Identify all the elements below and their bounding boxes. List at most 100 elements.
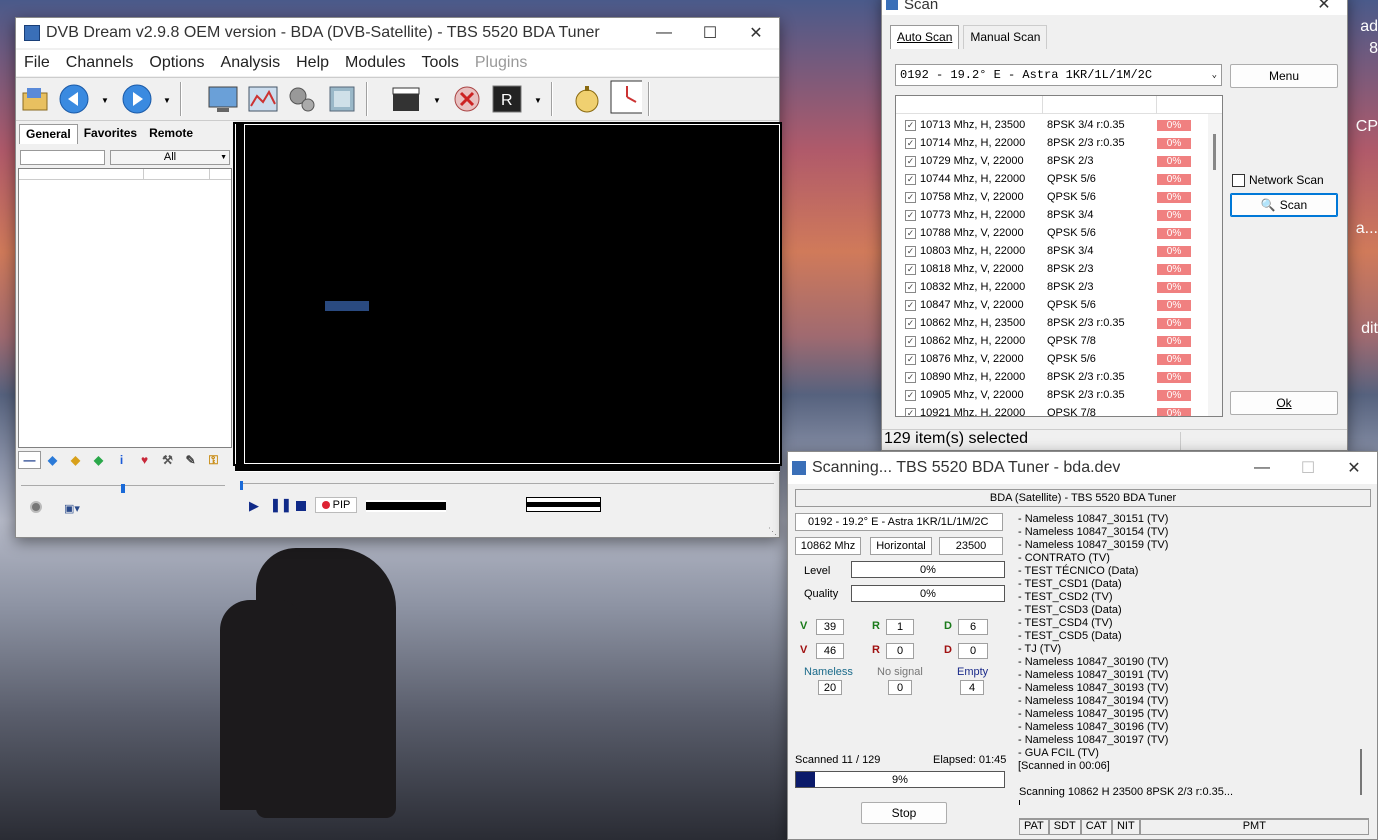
row-checkbox[interactable]: ✓ (905, 119, 916, 131)
scan-log[interactable]: - Nameless 10847_30151 (TV) - Nameless 10… (1016, 511, 1368, 805)
transponder-row[interactable]: ✓ 10818 Mhz, V, 22000 8PSK 2/3 0% (896, 260, 1208, 278)
transponder-row[interactable]: ✓ 10788 Mhz, V, 22000 QPSK 5/6 0% (896, 224, 1208, 242)
seek-bar[interactable] (240, 481, 774, 490)
log-scrollbar[interactable] (1354, 511, 1368, 805)
log-scrollbar-thumb[interactable] (1360, 749, 1362, 795)
record-dropdown-icon[interactable]: ▼ (533, 95, 543, 105)
menu-channels[interactable]: Channels (58, 54, 142, 72)
transponder-row[interactable]: ✓ 10890 Mhz, H, 22000 8PSK 2/3 r:0.35 0% (896, 368, 1208, 386)
forward-dropdown-icon[interactable]: ▼ (162, 95, 172, 105)
menu-help[interactable]: Help (288, 54, 337, 72)
close-button[interactable]: ✕ (733, 18, 779, 48)
row-checkbox[interactable]: ✓ (905, 191, 916, 203)
resize-grip-icon[interactable]: ⋱ (768, 526, 777, 537)
stopwatch-icon[interactable] (571, 83, 603, 115)
row-checkbox[interactable]: ✓ (905, 155, 916, 167)
tab-favorites[interactable]: Favorites (78, 124, 143, 144)
record-icon[interactable]: R (491, 83, 523, 115)
row-checkbox[interactable]: ✓ (905, 281, 916, 293)
row-checkbox[interactable]: ✓ (905, 227, 916, 239)
menu-tools[interactable]: Tools (414, 54, 467, 72)
transponder-list[interactable]: ✓ 10713 Mhz, H, 23500 8PSK 3/4 r:0.35 0% ✓ 10… (895, 95, 1223, 417)
network-scan-checkbox[interactable]: Network Scan (1232, 173, 1324, 187)
pause-icon[interactable]: ❚❚ (270, 497, 292, 513)
row-checkbox[interactable]: ✓ (905, 299, 916, 311)
spectrum-icon[interactable] (247, 83, 279, 115)
edit-icon[interactable]: ✎ (179, 451, 202, 469)
info-icon[interactable]: i (110, 451, 133, 469)
menu-modules[interactable]: Modules (337, 54, 413, 72)
chevron-down-icon[interactable]: ▼ (220, 151, 227, 164)
open-folder-icon[interactable] (20, 83, 52, 115)
eject-icon[interactable] (451, 83, 483, 115)
menu-file[interactable]: File (16, 54, 58, 72)
key-icon[interactable]: ⚿ (202, 451, 225, 469)
scanning-minimize-button[interactable]: — (1239, 452, 1285, 484)
epg-clock-icon[interactable] (610, 80, 642, 114)
row-checkbox[interactable]: ✓ (905, 353, 916, 365)
menu-button[interactable]: Menu (1230, 64, 1338, 88)
ok-button[interactable]: Ok (1230, 391, 1338, 415)
maximize-button[interactable]: ☐ (687, 18, 733, 48)
display-mode-icon[interactable]: ▣▾ (64, 502, 80, 515)
volume-slider-thumb[interactable] (121, 484, 125, 493)
screenshot-icon[interactable] (326, 83, 358, 115)
back-icon[interactable] (58, 83, 90, 115)
transponder-row[interactable]: ✓ 10803 Mhz, H, 22000 8PSK 3/4 0% (896, 242, 1208, 260)
chevron-down-icon[interactable]: ⌄ (1212, 70, 1217, 80)
transponder-row[interactable]: ✓ 10729 Mhz, V, 22000 8PSK 2/3 0% (896, 152, 1208, 170)
row-checkbox[interactable]: ✓ (905, 371, 916, 383)
transponder-row[interactable]: ✓ 10862 Mhz, H, 22000 QPSK 7/8 0% (896, 332, 1208, 350)
minimize-button[interactable]: — (641, 18, 687, 48)
row-checkbox[interactable]: ✓ (905, 137, 916, 149)
transponder-row[interactable]: ✓ 10921 Mhz, H, 22000 QPSK 7/8 0% (896, 404, 1208, 416)
tab-remote[interactable]: Remote (143, 124, 199, 144)
row-checkbox[interactable]: ✓ (905, 209, 916, 221)
transponder-row[interactable]: ✓ 10713 Mhz, H, 23500 8PSK 3/4 r:0.35 0% (896, 116, 1208, 134)
menu-plugins[interactable]: Plugins (467, 54, 535, 72)
scrollbar-thumb[interactable] (1213, 134, 1216, 170)
row-checkbox[interactable]: ✓ (905, 317, 916, 329)
pip-button[interactable]: PIP (315, 497, 357, 513)
transponder-row[interactable]: ✓ 10744 Mhz, H, 22000 QPSK 5/6 0% (896, 170, 1208, 188)
transponder-row[interactable]: ✓ 10714 Mhz, H, 22000 8PSK 2/3 r:0.35 0% (896, 134, 1208, 152)
scan-button[interactable]: 🔍 Scan (1230, 193, 1338, 217)
diamond-yellow-icon[interactable]: ◆ (64, 451, 87, 469)
transponder-row[interactable]: ✓ 10876 Mhz, V, 22000 QPSK 5/6 0% (896, 350, 1208, 368)
tools-icon[interactable]: ⚒ (156, 451, 179, 469)
channel-list[interactable] (18, 168, 232, 448)
stop-icon[interactable] (296, 501, 306, 511)
tab-sdt[interactable]: SDT (1048, 819, 1081, 835)
channel-filter-select[interactable]: All ▼ (110, 150, 230, 165)
row-checkbox[interactable]: ✓ (905, 263, 916, 275)
audio-icon[interactable] (30, 501, 42, 513)
video-area[interactable] (235, 124, 780, 464)
row-checkbox[interactable]: ✓ (905, 407, 916, 416)
menu-options[interactable]: Options (141, 54, 212, 72)
tab-auto-scan[interactable]: Auto Scan (890, 25, 960, 49)
row-checkbox[interactable]: ✓ (905, 173, 916, 185)
play-icon[interactable]: ▶ (249, 498, 259, 514)
checkbox-box[interactable] (1232, 173, 1245, 187)
transponder-row[interactable]: ✓ 10832 Mhz, H, 22000 8PSK 2/3 0% (896, 278, 1208, 296)
scanning-close-button[interactable]: ✕ (1331, 452, 1377, 484)
scanning-maximize-button[interactable]: ☐ (1285, 452, 1331, 484)
tab-manual-scan[interactable]: Manual Scan (963, 25, 1048, 49)
clapperboard-icon[interactable] (390, 83, 422, 115)
row-checkbox[interactable]: ✓ (905, 335, 916, 347)
settings-gears-icon[interactable] (286, 83, 318, 115)
channel-filter-input[interactable] (20, 150, 105, 165)
minimize-icon[interactable]: — (18, 451, 41, 469)
tab-cat[interactable]: CAT (1080, 819, 1112, 835)
volume-slider[interactable] (21, 484, 225, 495)
menu-analysis[interactable]: Analysis (213, 54, 289, 72)
scan-titlebar[interactable]: Scan ✕ (882, 0, 1347, 15)
transponder-row[interactable]: ✓ 10773 Mhz, H, 22000 8PSK 3/4 0% (896, 206, 1208, 224)
seek-bar-thumb[interactable] (240, 481, 243, 490)
tab-pmt[interactable]: PMT (1139, 819, 1369, 835)
tab-pat[interactable]: PAT (1019, 819, 1049, 835)
diamond-green-icon[interactable]: ◆ (87, 451, 110, 469)
scanning-titlebar[interactable]: Scanning... TBS 5520 BDA Tuner - bda.dev… (788, 452, 1377, 484)
forward-icon[interactable] (121, 83, 153, 115)
tab-general[interactable]: General (19, 124, 78, 144)
